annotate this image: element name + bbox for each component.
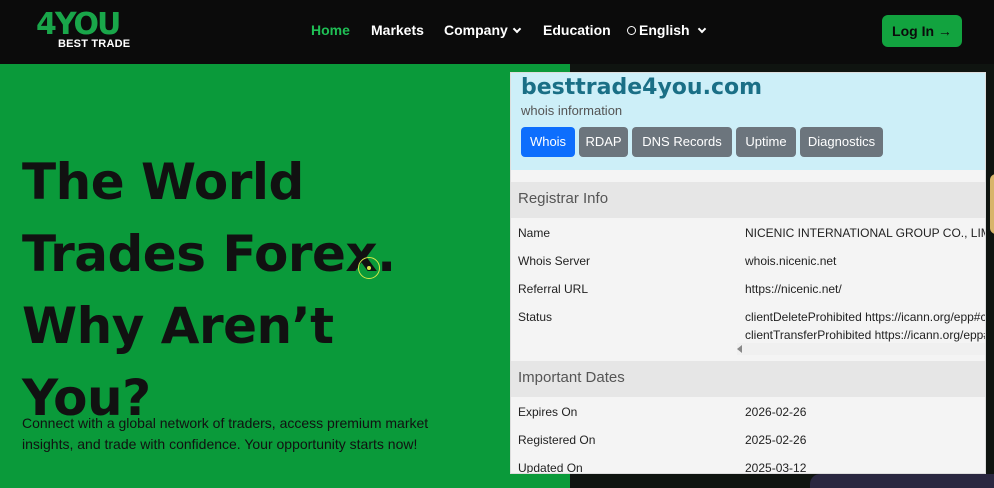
- dates-section-header: Important Dates: [511, 361, 985, 397]
- row-value: NICENIC INTERNATIONAL GROUP CO., LIMITED: [745, 226, 985, 240]
- tab-dns-records[interactable]: DNS Records: [632, 127, 732, 157]
- row-label: Name: [518, 226, 551, 240]
- horizontal-scrollbar[interactable]: [737, 343, 985, 355]
- section-title: Registrar Info: [518, 190, 609, 207]
- row-label: Expires On: [518, 405, 578, 419]
- nav-markets[interactable]: Markets: [371, 22, 424, 38]
- login-button[interactable]: Log In →: [882, 15, 962, 47]
- scroll-left-icon[interactable]: [737, 345, 742, 353]
- row-value: 2025-02-26: [745, 433, 807, 447]
- nav-company[interactable]: Company: [444, 22, 522, 38]
- hero-title-line: The World: [22, 153, 304, 211]
- domain-subtitle: whois information: [521, 103, 623, 118]
- globe-icon: [627, 26, 636, 35]
- nav-language[interactable]: English: [627, 22, 706, 38]
- tab-rdap[interactable]: RDAP: [579, 127, 628, 157]
- tab-diagnostics[interactable]: Diagnostics: [800, 127, 883, 157]
- chevron-down-icon: [512, 24, 522, 34]
- logo-mark: 4YOU: [36, 7, 121, 42]
- row-value: 2026-02-26: [745, 405, 807, 419]
- row-label: Updated On: [518, 461, 583, 474]
- registrar-section-header: Registrar Info: [511, 182, 985, 218]
- nav-company-label: Company: [444, 22, 508, 38]
- top-navigation-bar: 4YOU BEST TRADE Home Markets Company Edu…: [0, 0, 994, 64]
- domain-title: besttrade4you.com: [521, 75, 763, 100]
- tab-uptime[interactable]: Uptime: [736, 127, 796, 157]
- whois-header: besttrade4you.com whois information Whoi…: [511, 73, 985, 170]
- row-label: Status: [518, 310, 553, 324]
- tab-whois[interactable]: Whois: [521, 127, 575, 157]
- hero-subtitle: Connect with a global network of traders…: [22, 415, 429, 452]
- row-value: whois.nicenic.net: [745, 254, 837, 268]
- row-label: Registered On: [518, 433, 596, 447]
- section-title: Important Dates: [518, 369, 625, 386]
- logo-text: BEST TRADE: [58, 38, 131, 50]
- row-value: https://nicenic.net/: [745, 282, 842, 296]
- nav-home[interactable]: Home: [311, 22, 350, 38]
- row-label: Whois Server: [518, 254, 591, 268]
- whois-panel: besttrade4you.com whois information Whoi…: [510, 72, 986, 474]
- decorative-shape: [990, 174, 994, 234]
- hero-title-line: Why Aren’t: [22, 297, 334, 355]
- brand-logo[interactable]: 4YOU BEST TRADE: [36, 8, 132, 54]
- decorative-shape: [810, 474, 994, 488]
- hero-title-line: Trades Forex.: [22, 225, 396, 283]
- nav-education[interactable]: Education: [543, 22, 611, 38]
- row-value: clientDeleteProhibited https://icann.org…: [745, 310, 986, 324]
- hero-title: The World Trades Forex. Why Aren’t You?: [22, 146, 442, 434]
- row-value: 2025-03-12: [745, 461, 807, 474]
- nav-language-label: English: [639, 22, 690, 38]
- row-label: Referral URL: [518, 282, 589, 296]
- chevron-down-icon: [697, 24, 706, 34]
- cursor-dot: [367, 266, 371, 270]
- row-value: clientTransferProhibited https://icann.o…: [745, 328, 986, 342]
